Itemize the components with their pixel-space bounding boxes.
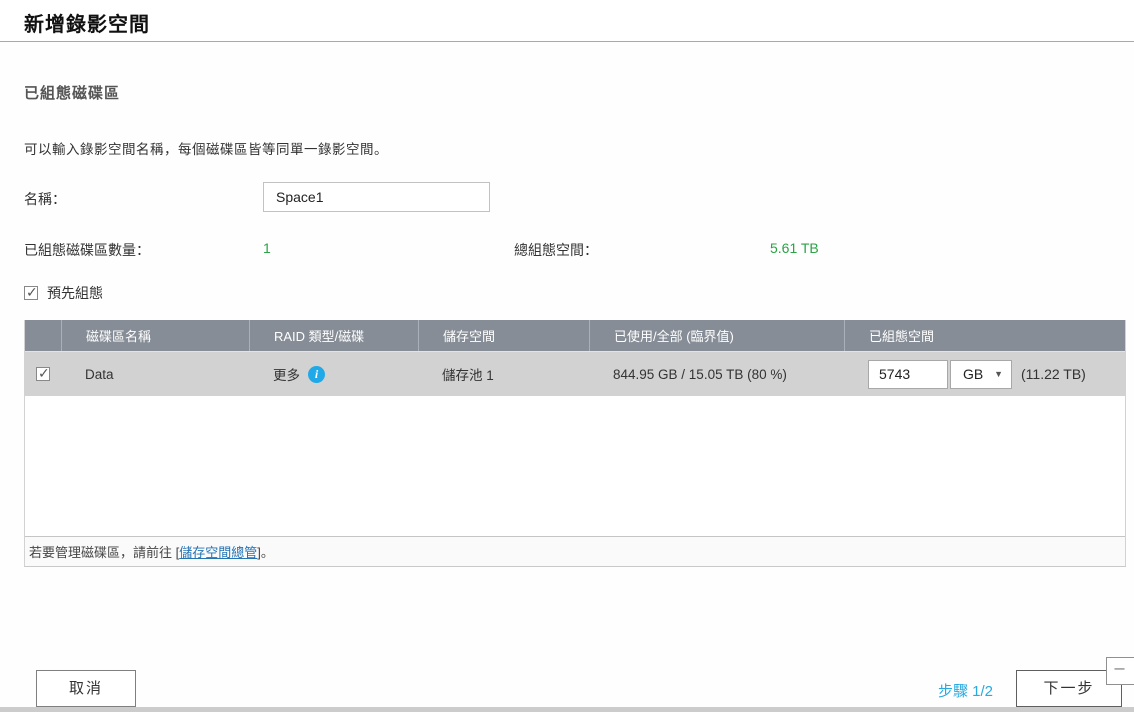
- row-raid-cell: 更多 i: [249, 352, 418, 396]
- overlapping-window-fragment: [1106, 657, 1134, 685]
- row-configured-cell: GB ▼ (11.22 TB): [844, 352, 1125, 396]
- footer-note-before: 若要管理磁碟區，請前往 [: [29, 542, 179, 561]
- table-header-row: 磁碟區名稱 RAID 類型/磁碟 儲存空間 已使用/全部 (臨界值) 已組態空間: [25, 320, 1125, 351]
- cancel-button[interactable]: 取消: [36, 670, 136, 707]
- add-recording-space-dialog: 新增錄影空間 已組態磁碟區 可以輸入錄影空間名稱，每個磁碟區皆等同單一錄影空間。…: [0, 0, 1134, 712]
- raid-more-link[interactable]: 更多: [273, 364, 300, 384]
- header-volume-name: 磁碟區名稱: [61, 320, 249, 351]
- configured-size-input[interactable]: [868, 360, 948, 389]
- row-checkbox[interactable]: [36, 367, 50, 381]
- volume-table: 磁碟區名稱 RAID 類型/磁碟 儲存空間 已使用/全部 (臨界值) 已組態空間…: [24, 320, 1126, 567]
- preconfig-row: 預先組態: [24, 283, 103, 303]
- page-title: 新增錄影空間: [24, 8, 150, 37]
- header-used-total: 已使用/全部 (臨界值): [589, 320, 844, 351]
- header-storage: 儲存空間: [418, 320, 589, 351]
- step-indicator: 步驟 1/2: [938, 680, 993, 701]
- chevron-down-icon: ▼: [994, 369, 1003, 379]
- total-space-value: 5.61 TB: [770, 240, 819, 256]
- row-volume-name: Data: [61, 352, 249, 396]
- name-input[interactable]: [263, 182, 490, 212]
- volume-count-value: 1: [263, 240, 271, 256]
- storage-manager-link[interactable]: 儲存空間總管: [179, 542, 257, 561]
- unit-dropdown[interactable]: GB ▼: [950, 360, 1012, 389]
- name-label: 名稱：: [24, 189, 66, 209]
- section-heading: 已組態磁碟區: [24, 82, 120, 103]
- converted-size-text: (11.22 TB): [1021, 366, 1086, 382]
- footer-note-after: ]。: [257, 542, 274, 561]
- table-footer-note: 若要管理磁碟區，請前往 [儲存空間總管]。: [25, 536, 1125, 566]
- row-storage-pool: 儲存池 1: [418, 352, 589, 396]
- table-empty-area: [25, 396, 1125, 536]
- header-raid-type: RAID 類型/磁碟: [249, 320, 418, 351]
- bottom-edge-strip: [0, 707, 1134, 712]
- info-icon[interactable]: i: [308, 366, 325, 383]
- header-checkbox-cell: [25, 320, 61, 351]
- total-space-label: 總組態空間：: [514, 240, 598, 260]
- header-configured: 已組態空間: [844, 320, 1125, 351]
- volume-count-label: 已組態磁碟區數量：: [24, 240, 150, 260]
- table-row: Data 更多 i 儲存池 1 844.95 GB / 15.05 TB (80…: [25, 351, 1125, 396]
- row-used-total: 844.95 GB / 15.05 TB (80 %): [589, 352, 844, 396]
- preconfig-checkbox[interactable]: [24, 286, 38, 300]
- unit-dropdown-value: GB: [963, 366, 983, 382]
- row-checkbox-cell: [25, 352, 61, 396]
- title-bar: 新增錄影空間: [0, 0, 1134, 42]
- preconfig-label: 預先組態: [47, 285, 103, 301]
- description-text: 可以輸入錄影空間名稱，每個磁碟區皆等同單一錄影空間。: [24, 138, 388, 158]
